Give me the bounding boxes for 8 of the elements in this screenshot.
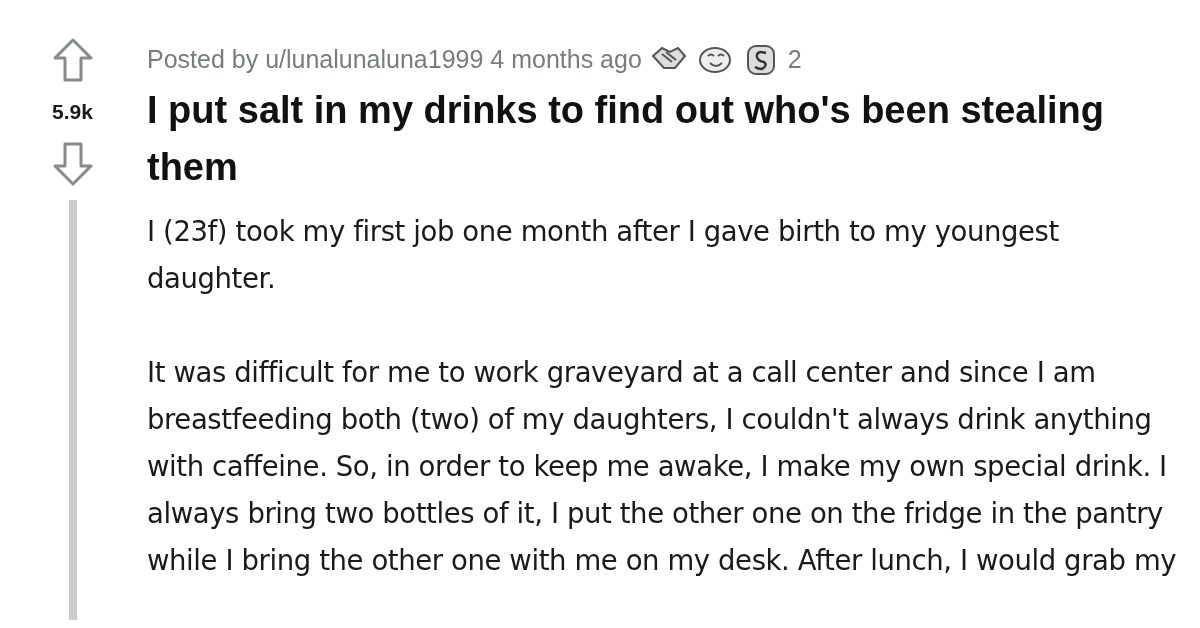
downvote-icon[interactable] bbox=[52, 141, 93, 186]
post-title: I put salt in my drinks to find out who's been stealing them bbox=[147, 88, 1105, 190]
award-count: 2 bbox=[787, 44, 802, 76]
post-paragraph: I (23f) took my first job one month after I gave birth to my youngest daughter. bbox=[147, 214, 1060, 296]
vote-score: 5.9k bbox=[52, 99, 93, 125]
upvote-icon[interactable] bbox=[52, 38, 93, 82]
post-byline: Posted by u/lunalunaluna1999 4 months ago bbox=[147, 44, 642, 76]
post-paragraph: It was difficult for me to work graveyard at a call center and since I am breastfeeding both (two) of my daughters, I couldn't always drink anything with caffeine. So, in order to keep me awake, I make my own special drink. I always bring two bottles of it, I put the other one on the fridge in the pantry while I bring the other one with me on my desk. After lunch, I would grab my bbox=[147, 355, 1177, 578]
